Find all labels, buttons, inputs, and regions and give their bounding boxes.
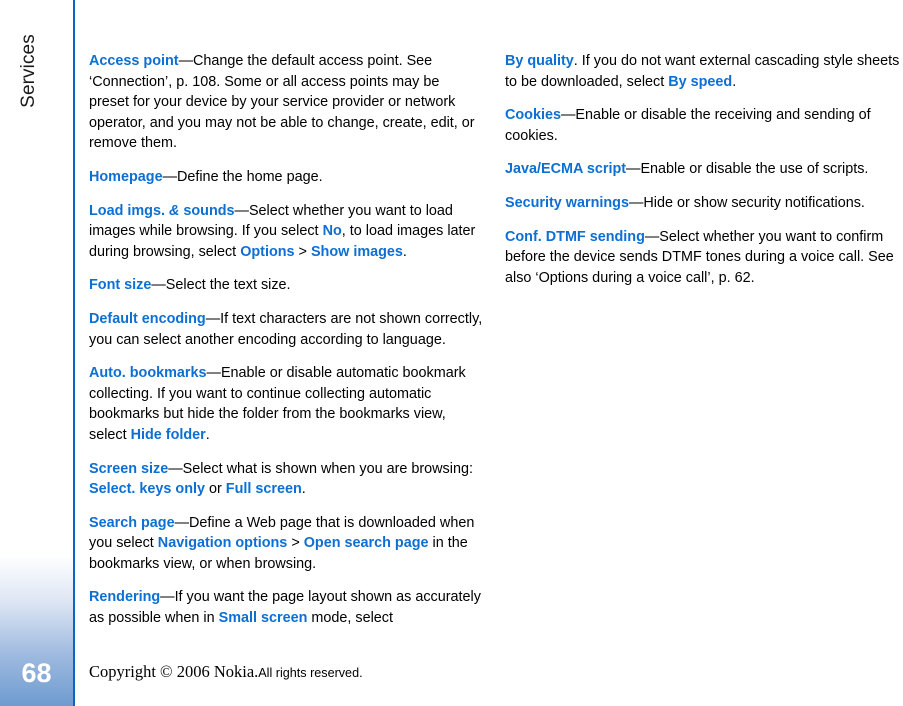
body-text: mode, select — [307, 610, 393, 627]
ui-term: Open search page — [303, 535, 429, 552]
body-text: —Define the home page. — [162, 168, 323, 185]
ui-term: Small screen — [218, 610, 308, 627]
sidebar: Services 68 — [0, 0, 73, 706]
body-text: . — [732, 73, 737, 90]
body-column-left: Access point—Change the default access p… — [89, 51, 483, 629]
paragraph-search-page: Search page—Define a Web page that is do… — [89, 513, 483, 575]
paragraph-conf-dtmf-sending: Conf. DTMF sending—Select whether you wa… — [505, 227, 901, 289]
ui-term: Full screen — [225, 481, 302, 498]
paragraph-load-imgs-sounds: Load imgs. & sounds—Select whether you w… — [89, 201, 483, 263]
ui-term: Options — [240, 243, 295, 260]
ui-term: Screen size — [89, 460, 169, 477]
ui-term: Load imgs. — [89, 202, 169, 219]
body-text: . — [402, 243, 407, 260]
ui-term: Auto. bookmarks — [89, 365, 207, 382]
rights-reserved-notice: All rights reserved. — [258, 666, 363, 680]
ui-term: Rendering — [89, 589, 161, 606]
copyright-notice: Copyright © 2006 Nokia. — [89, 662, 259, 681]
paragraph-security-warnings: Security warnings—Hide or show security … — [505, 193, 901, 214]
ui-term: By quality — [505, 53, 574, 69]
body-text: —Select what is shown when you are brows… — [168, 460, 473, 477]
ui-term: Access point — [89, 53, 179, 69]
paragraph-by-quality: By quality. If you do not want external … — [505, 51, 901, 92]
ui-term: By speed — [668, 73, 733, 90]
paragraph-java-ecma-script: Java/ECMA script—Enable or disable the u… — [505, 159, 901, 180]
paragraph-default-encoding: Default encoding—If text characters are … — [89, 309, 483, 350]
body-text: —Enable or disable the use of scripts. — [626, 161, 869, 178]
ui-term: Select. keys only — [89, 481, 205, 498]
body-text: > — [287, 535, 304, 552]
paragraph-auto-bookmarks: Auto. bookmarks—Enable or disable automa… — [89, 363, 483, 445]
ampersand-glyph: & — [168, 202, 180, 219]
ui-term: Hide folder — [130, 426, 206, 443]
body-column-right: By quality. If you do not want external … — [505, 51, 901, 288]
body-text: . — [205, 426, 210, 443]
body-text: —Select the text size. — [151, 277, 291, 294]
sidebar-vertical-rule — [73, 0, 75, 706]
paragraph-screen-size: Screen size—Select what is shown when yo… — [89, 459, 483, 500]
body-text: —Hide or show security notifications. — [628, 194, 865, 211]
paragraph-font-size: Font size—Select the text size. — [89, 275, 483, 296]
ui-term: sounds — [179, 202, 235, 219]
body-text: . — [301, 481, 306, 498]
ui-term: Conf. DTMF sending — [505, 228, 645, 245]
ui-term: Show images — [310, 243, 403, 260]
chapter-title: Services — [18, 34, 39, 108]
body-text: > — [294, 243, 311, 260]
body-text: or — [205, 481, 226, 498]
ui-term: Security warnings — [505, 194, 629, 211]
paragraph-cookies: Cookies—Enable or disable the receiving … — [505, 105, 901, 146]
page-number: 68 — [21, 658, 52, 688]
ui-term: Cookies — [505, 107, 561, 124]
ui-term: Default encoding — [89, 310, 206, 327]
paragraph-rendering: Rendering—If you want the page layout sh… — [89, 587, 483, 628]
ui-term: Homepage — [89, 168, 163, 185]
ui-term: Java/ECMA script — [505, 161, 627, 178]
page-footer: Copyright © 2006 Nokia.All rights reserv… — [89, 662, 363, 682]
paragraph-homepage: Homepage—Define the home page. — [89, 167, 483, 188]
paragraph-access-point: Access point—Change the default access p… — [89, 51, 483, 154]
ui-term: Search page — [89, 514, 175, 531]
ui-term: Navigation options — [157, 535, 288, 552]
ui-term: No — [322, 223, 342, 240]
ui-term: Font size — [89, 277, 152, 294]
